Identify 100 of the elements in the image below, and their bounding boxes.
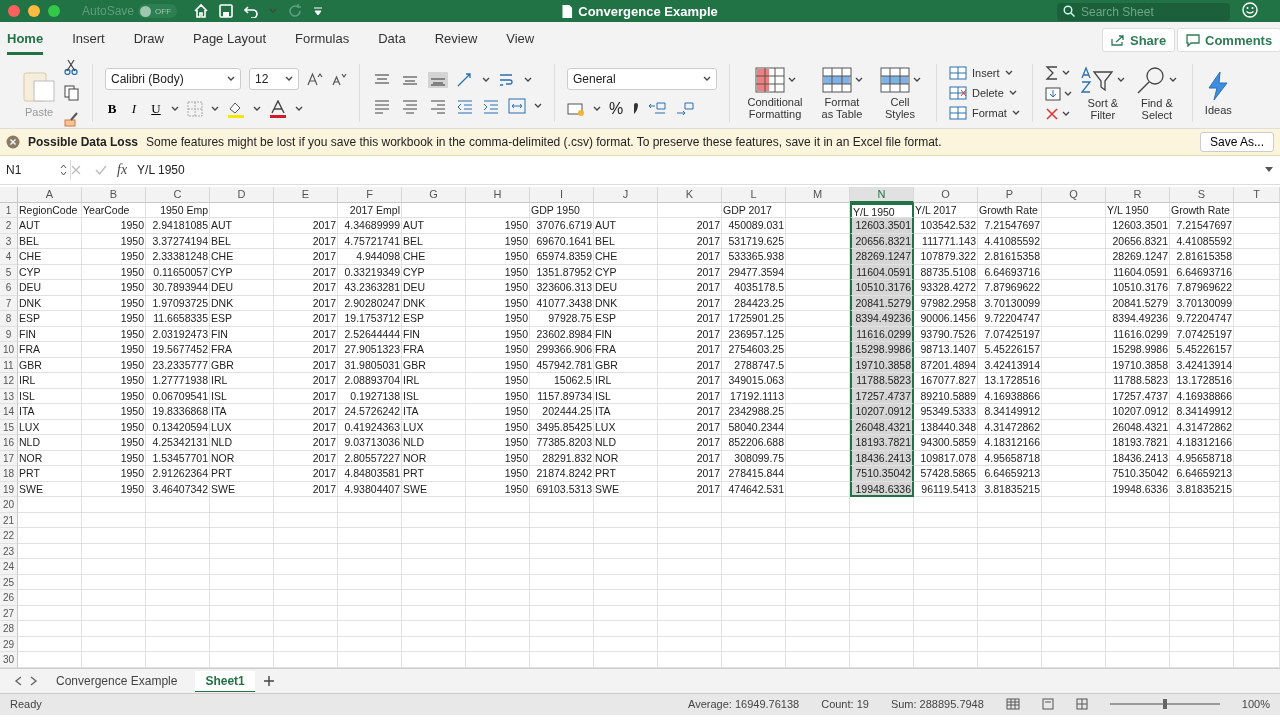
clear-icon[interactable] xyxy=(1044,107,1059,121)
row-header[interactable]: 22 xyxy=(0,528,18,544)
column-header[interactable]: B xyxy=(82,187,146,203)
percent-button[interactable]: % xyxy=(609,100,624,118)
page-break-view-icon[interactable] xyxy=(1075,698,1088,710)
increase-decimal-icon[interactable] xyxy=(647,101,668,117)
caret-icon[interactable] xyxy=(534,103,542,109)
ribbon-tab[interactable]: Insert xyxy=(72,25,105,55)
column-header[interactable]: G xyxy=(402,187,466,203)
customize-icon[interactable] xyxy=(313,6,324,16)
page-layout-view-icon[interactable] xyxy=(1041,698,1054,710)
maximize-button[interactable] xyxy=(48,5,60,17)
caret-icon[interactable] xyxy=(854,76,863,83)
add-sheet-icon[interactable] xyxy=(262,674,275,687)
column-header[interactable]: S xyxy=(1170,187,1234,203)
ribbon-tab[interactable]: Formulas xyxy=(295,25,350,55)
fill-color-icon[interactable] xyxy=(227,100,245,118)
caret-icon[interactable] xyxy=(787,76,796,83)
underline-button[interactable]: U xyxy=(149,101,163,117)
fill-icon[interactable] xyxy=(1044,87,1061,101)
autosum-icon[interactable] xyxy=(1044,65,1059,81)
column-header[interactable]: F xyxy=(338,187,402,203)
editing-button[interactable]: Sort & Filter xyxy=(1079,65,1126,121)
save-as-button[interactable]: Save As... xyxy=(1199,132,1274,152)
font-color-icon[interactable] xyxy=(269,100,287,118)
merge-icon[interactable] xyxy=(508,98,526,114)
caret-icon[interactable] xyxy=(285,76,293,82)
row-header[interactable]: 12 xyxy=(0,373,18,389)
orientation-icon[interactable] xyxy=(456,72,474,88)
caret-icon[interactable] xyxy=(211,106,219,112)
row-header[interactable]: 10 xyxy=(0,342,18,358)
column-header[interactable]: H xyxy=(466,187,530,203)
caret-icon[interactable] xyxy=(1063,91,1072,97)
next-sheet-icon[interactable] xyxy=(30,675,38,686)
column-header[interactable]: I xyxy=(530,187,594,203)
ideas-button[interactable]: Ideas xyxy=(1204,70,1232,116)
caret-icon[interactable] xyxy=(227,76,235,82)
function-button[interactable]: fx xyxy=(117,162,128,178)
column-header[interactable]: T xyxy=(1234,187,1280,203)
caret-icon[interactable] xyxy=(1011,110,1020,116)
align-bottom-icon[interactable] xyxy=(428,72,448,88)
number-format-dropdown[interactable]: General xyxy=(567,68,717,90)
caret-icon[interactable] xyxy=(1061,111,1070,117)
caret-icon[interactable] xyxy=(171,106,179,112)
formula-field[interactable]: Y/L 1950 xyxy=(137,160,1264,180)
column-header[interactable]: N xyxy=(850,187,914,203)
cut-icon[interactable] xyxy=(64,59,78,75)
caret-icon[interactable] xyxy=(703,76,711,82)
undo-icon[interactable] xyxy=(243,4,260,18)
sheet-tab[interactable]: Convergence Example xyxy=(46,670,188,691)
column-header[interactable]: D xyxy=(210,187,274,203)
row-header[interactable]: 2 xyxy=(0,218,18,234)
font-size-dropdown[interactable]: 12 xyxy=(249,68,299,90)
row-header[interactable]: 4 xyxy=(0,249,18,265)
decrease-decimal-icon[interactable] xyxy=(675,101,696,117)
expand-icon[interactable] xyxy=(1264,166,1274,174)
styles-button[interactable]: Conditional Formatting xyxy=(742,66,808,120)
ribbon-tab[interactable]: Page Layout xyxy=(193,25,266,55)
column-header[interactable]: M xyxy=(786,187,850,203)
ribbon-tab[interactable]: Review xyxy=(434,25,478,55)
ribbon-tab[interactable]: Data xyxy=(378,25,406,55)
editing-button[interactable]: Find & Select xyxy=(1133,65,1180,121)
column-header[interactable]: Q xyxy=(1042,187,1106,203)
column-header[interactable]: R xyxy=(1106,187,1170,203)
save-icon[interactable] xyxy=(219,4,234,18)
cells-button[interactable]: Format xyxy=(949,106,1020,120)
copy-icon[interactable] xyxy=(64,85,80,101)
caret-icon[interactable] xyxy=(1061,70,1070,76)
caret-icon[interactable] xyxy=(1169,76,1178,83)
row-header[interactable]: 18 xyxy=(0,466,18,482)
sheet-tab[interactable]: Sheet1 xyxy=(195,670,255,691)
caret-icon[interactable] xyxy=(295,106,303,112)
styles-button[interactable]: Format as Table xyxy=(818,66,866,120)
column-header[interactable]: E xyxy=(274,187,338,203)
font-dropdown[interactable]: Calibri (Body) xyxy=(105,68,241,90)
column-header[interactable]: J xyxy=(594,187,658,203)
check-icon[interactable] xyxy=(95,165,107,175)
caret-icon[interactable] xyxy=(253,106,261,112)
minimize-button[interactable] xyxy=(28,5,40,17)
row-header[interactable]: 16 xyxy=(0,435,18,451)
italic-button[interactable]: I xyxy=(127,101,141,117)
format-painter-icon[interactable] xyxy=(64,111,80,127)
styles-button[interactable]: Cell Styles xyxy=(876,66,924,120)
row-header[interactable]: 8 xyxy=(0,311,18,327)
smiley-icon[interactable] xyxy=(1242,2,1258,18)
zoom-slider-thumb[interactable] xyxy=(1162,699,1167,709)
shrink-font-icon[interactable] xyxy=(331,72,347,86)
ribbon-tab[interactable]: View xyxy=(506,25,535,55)
row-header[interactable]: 24 xyxy=(0,559,18,575)
row-header[interactable]: 26 xyxy=(0,590,18,606)
caret-icon[interactable] xyxy=(524,77,532,83)
normal-view-icon[interactable] xyxy=(1005,698,1020,710)
caret-icon[interactable] xyxy=(912,76,921,83)
caret-icon[interactable] xyxy=(1004,70,1013,76)
column-header[interactable]: O xyxy=(914,187,978,203)
grow-font-icon[interactable] xyxy=(307,72,323,86)
row-header[interactable]: 6 xyxy=(0,280,18,296)
wrap-text-icon[interactable] xyxy=(498,72,516,88)
column-header[interactable]: L xyxy=(722,187,786,203)
caret-icon[interactable] xyxy=(593,106,601,112)
